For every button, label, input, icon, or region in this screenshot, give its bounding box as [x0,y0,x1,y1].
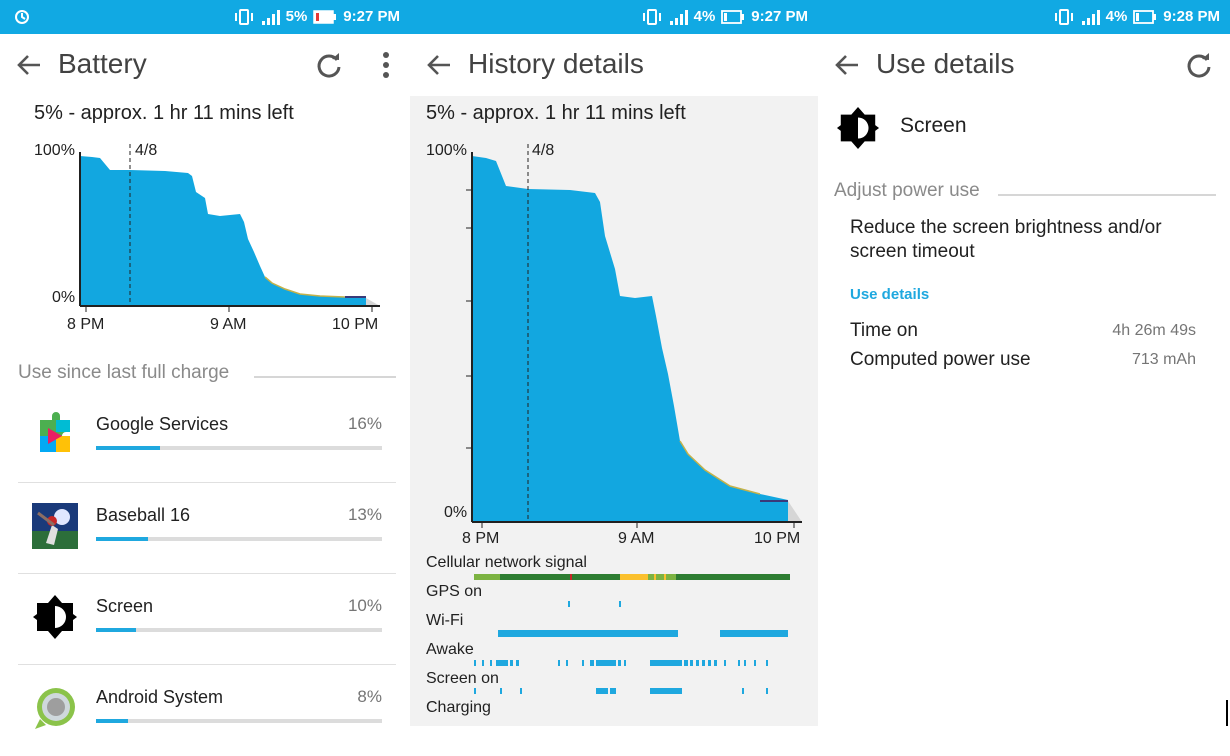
usage-bar-fill [96,537,149,541]
back-arrow-icon[interactable] [426,52,452,78]
vibrate-icon [234,8,253,25]
signal-icon [1081,9,1100,25]
app-name: Baseball 16 [96,505,191,525]
app-percent: 13% [347,505,382,524]
timeline-awake [474,660,768,666]
overflow-menu-icon[interactable] [381,50,391,80]
back-arrow-icon[interactable] [834,52,860,78]
timeline-cellular [474,574,790,580]
power-tip[interactable]: Reduce the screen brightness and/or scre… [850,216,1210,264]
battery-projection [366,298,380,306]
toolbar: Battery [0,34,410,96]
battery-low-red-icon [313,9,337,24]
brightness-icon [836,106,880,150]
usage-bar [96,446,382,450]
vibrate-icon [1054,8,1073,25]
battery-summary: 5% - approx. 1 hr 11 mins left [34,102,294,124]
history-chart: 100% 0% 4/8 8 PM 9 AM 10 PM [410,136,818,556]
section-divider [998,194,1216,196]
time-on-label: Time on [850,320,918,341]
battery-chart: 100% 0% 4/8 8 PM 9 AM 10 PM [0,136,410,336]
app-name: Screen [96,596,154,616]
vibrate-icon [642,8,661,25]
app-percent: 16% [347,414,382,433]
battery-panel: 5% 9:27 PM Battery 5% - approx. 1 hr 11 … [0,0,410,756]
power-use-value: 713 mAh [1131,351,1196,368]
x-tick-label-10pm: 10 PM [754,530,801,547]
app-row-screen[interactable]: Screen 10% [18,573,396,663]
page-title: History details [468,48,644,79]
x-tick-label-8pm: 8 PM [67,316,105,333]
toolbar: Use details [818,34,1230,96]
section-title: Use since last full charge [18,362,230,383]
history-panel: 4% 9:27 PM History details 5% - approx. … [410,0,818,756]
timeline-gps [568,601,621,607]
x-tick-label-10pm: 10 PM [332,316,379,333]
power-use-label: Computed power use [850,349,1031,370]
page-title: Use details [876,48,1015,79]
text-cursor [1226,700,1228,726]
item-name: Screen [900,114,967,137]
toolbar: History details [410,34,818,96]
app-percent: 8% [357,687,382,706]
app-row-android-system[interactable]: Android System 8% [18,664,396,754]
usage-bar [96,628,382,632]
time-on-value: 4h 26m 49s [1112,322,1196,339]
battery-level-area [80,156,366,306]
timeline-tracks [474,574,790,694]
x-tick-label-9am: 9 AM [618,530,655,547]
battery-summary: 5% - approx. 1 hr 11 mins left [426,102,686,124]
battery-level-graph [79,144,380,312]
clock: 9:27 PM [343,8,400,25]
clock: 9:27 PM [751,8,808,25]
status-bar: 5% 9:27 PM [0,0,410,34]
google-play-services-icon [40,412,70,452]
timeline-wifi [498,630,788,637]
android-system-icon [35,688,75,729]
app-name: Google Services [96,414,229,434]
timeline-screen-on [474,688,768,694]
history-level-graph [466,144,802,528]
status-bar: 4% 9:28 PM [818,0,1230,34]
baseball-game-icon [32,503,78,549]
timeline-label-charging: Charging [426,699,491,716]
signal-icon [669,9,688,25]
app-row-google-services[interactable]: Google Services 16% [18,392,396,482]
section-divider [254,376,396,378]
use-details-panel: 4% 9:28 PM Use details Screen Adjust pow… [818,0,1230,756]
history-projection [788,501,802,522]
page-title: Battery [58,48,147,79]
x-tick-label-9am: 9 AM [210,316,247,333]
app-name: Android System [96,687,224,707]
battery-low-icon [721,9,745,24]
usage-bar-fill [96,446,161,450]
app-row-baseball[interactable]: Baseball 16 13% [18,482,396,572]
usage-bar [96,719,382,723]
battery-low-icon [1133,9,1157,24]
x-tick-label-8pm: 8 PM [462,530,500,547]
battery-percent: 4% [693,8,716,25]
usage-bar-fill [96,628,137,632]
app-percent: 10% [347,596,382,615]
section-title: Adjust power use [834,180,980,201]
refresh-icon[interactable] [314,50,344,80]
battery-percent: 5% [285,8,308,25]
status-bar: 4% 9:27 PM [410,0,818,34]
use-details-header: Use details [850,286,930,303]
back-arrow-icon[interactable] [16,52,42,78]
history-level-area [472,156,788,522]
usage-bar [96,537,382,541]
clock: 9:28 PM [1163,8,1220,25]
usage-bar-fill [96,719,129,723]
refresh-icon[interactable] [1184,50,1214,80]
signal-icon [261,9,280,25]
battery-percent: 4% [1105,8,1128,25]
brightness-icon [33,595,77,639]
circle-sync-icon [15,10,29,24]
